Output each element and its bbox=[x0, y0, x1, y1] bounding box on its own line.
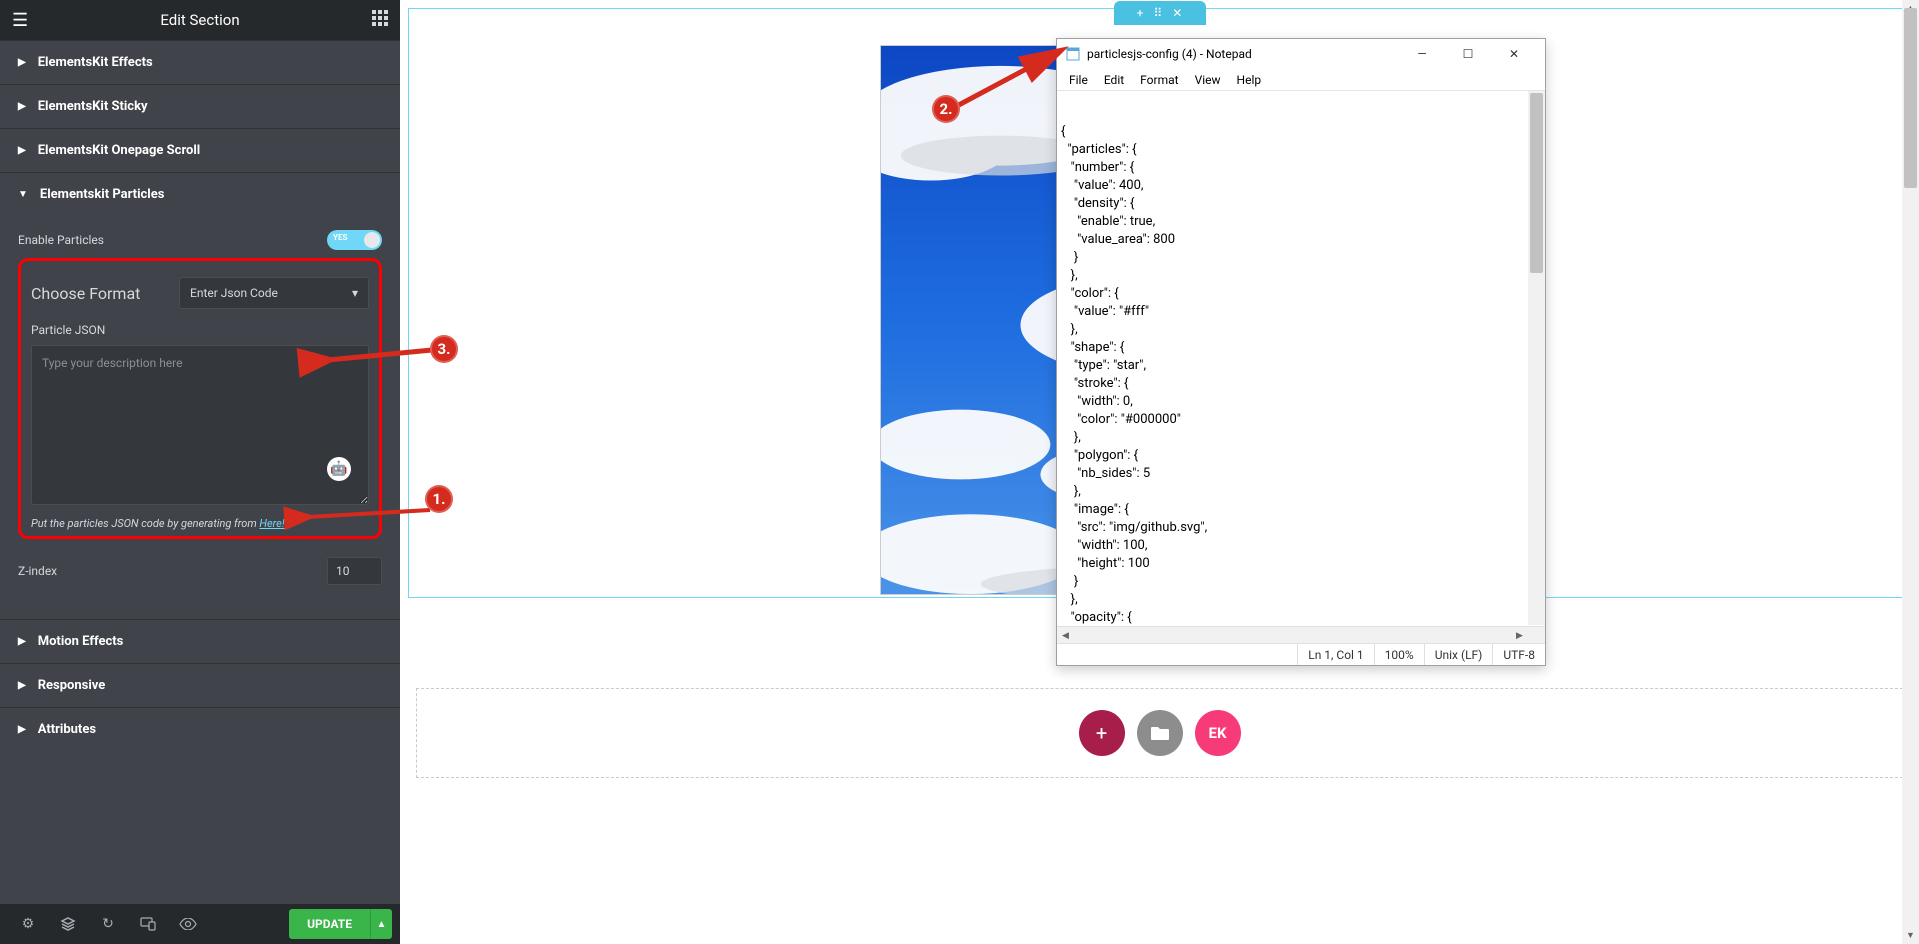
notepad-vertical-scrollbar[interactable] bbox=[1528, 91, 1545, 625]
here-link[interactable]: Here! bbox=[259, 517, 284, 530]
zindex-label: Z-index bbox=[18, 564, 57, 578]
annotation-badge-2: 2. bbox=[932, 95, 960, 123]
scrollbar-thumb[interactable] bbox=[1904, 8, 1917, 188]
acc-sticky[interactable]: ▶ElementsKit Sticky bbox=[0, 85, 400, 128]
particle-json-textarea[interactable] bbox=[31, 345, 369, 505]
menu-format[interactable]: Format bbox=[1132, 71, 1186, 89]
acc-attributes[interactable]: ▶Attributes bbox=[0, 708, 400, 751]
chevron-down-icon: ▼ bbox=[18, 189, 28, 200]
grid-icon[interactable] bbox=[372, 10, 388, 30]
status-encoding: UTF-8 bbox=[1492, 644, 1545, 665]
chevron-right-icon: ▶ bbox=[18, 724, 26, 735]
menu-help[interactable]: Help bbox=[1229, 71, 1270, 89]
update-caret[interactable]: ▲ bbox=[370, 909, 392, 939]
acc-effects[interactable]: ▶ElementsKit Effects bbox=[0, 41, 400, 84]
enable-particles-label: Enable Particles bbox=[18, 233, 104, 247]
section-add-icon[interactable]: + bbox=[1137, 6, 1144, 20]
acc-responsive[interactable]: ▶Responsive bbox=[0, 664, 400, 707]
scroll-left-icon[interactable]: ◀ bbox=[1057, 627, 1074, 644]
menu-edit[interactable]: Edit bbox=[1096, 71, 1132, 89]
hamburger-icon[interactable]: ☰ bbox=[12, 10, 28, 31]
elementor-sidebar: ☰ Edit Section ▶ElementsKit Effects ▶Ele… bbox=[0, 0, 400, 944]
highlight-box: Choose Format Enter Json Code ▾ Particle… bbox=[18, 258, 382, 539]
zindex-input[interactable] bbox=[327, 557, 382, 585]
notepad-statusbar: Ln 1, Col 1 100% Unix (LF) UTF-8 bbox=[1057, 643, 1545, 665]
layers-icon[interactable] bbox=[48, 904, 88, 944]
choose-format-label: Choose Format bbox=[31, 284, 140, 303]
maximize-button[interactable]: ☐ bbox=[1445, 39, 1491, 69]
acc-particles[interactable]: ▼Elementskit Particles bbox=[0, 173, 400, 216]
annotation-badge-3: 3. bbox=[430, 335, 458, 363]
toggle-knob bbox=[364, 232, 380, 248]
close-button[interactable]: ✕ bbox=[1491, 39, 1537, 69]
notepad-content: { "particles": { "number": { "value": 40… bbox=[1061, 123, 1541, 626]
settings-icon[interactable]: ⚙ bbox=[8, 904, 48, 944]
page-vertical-scrollbar[interactable]: ▲ ▼ bbox=[1902, 0, 1919, 944]
status-position: Ln 1, Col 1 bbox=[1297, 644, 1373, 665]
chevron-right-icon: ▶ bbox=[18, 101, 26, 112]
annotation-badge-1: 1. bbox=[425, 485, 453, 513]
choose-format-select[interactable]: Enter Json Code ▾ bbox=[179, 277, 369, 309]
sidebar-header: ☰ Edit Section bbox=[0, 0, 400, 40]
chevron-right-icon: ▶ bbox=[18, 636, 26, 647]
status-zoom: 100% bbox=[1374, 644, 1424, 665]
acc-onepage[interactable]: ▶ElementsKit Onepage Scroll bbox=[0, 129, 400, 172]
notepad-app-icon bbox=[1065, 46, 1081, 62]
notepad-body[interactable]: { "particles": { "number": { "value": 40… bbox=[1057, 91, 1545, 626]
notepad-title-text: particlesjs-config (4) - Notepad bbox=[1087, 47, 1252, 61]
preview-icon[interactable] bbox=[168, 904, 208, 944]
minimize-button[interactable]: — bbox=[1399, 39, 1445, 69]
acc-motion[interactable]: ▶Motion Effects bbox=[0, 620, 400, 663]
section-drag-icon[interactable]: ⠿ bbox=[1153, 6, 1162, 20]
chevron-right-icon: ▶ bbox=[18, 145, 26, 156]
notepad-titlebar[interactable]: particlesjs-config (4) - Notepad — ☐ ✕ bbox=[1057, 39, 1545, 69]
template-folder-button[interactable] bbox=[1137, 710, 1183, 756]
section-tab: + ⠿ ✕ bbox=[1114, 1, 1206, 25]
responsive-icon[interactable] bbox=[128, 904, 168, 944]
sidebar-footer: ⚙ ↻ UPDATE ▲ bbox=[0, 904, 400, 944]
section-close-icon[interactable]: ✕ bbox=[1172, 6, 1182, 20]
enable-particles-toggle[interactable]: YES bbox=[327, 230, 382, 250]
chevron-right-icon: ▶ bbox=[18, 57, 26, 68]
menu-view[interactable]: View bbox=[1187, 71, 1229, 89]
add-section-button[interactable]: + bbox=[1079, 710, 1125, 756]
particle-json-label: Particle JSON bbox=[31, 323, 369, 337]
notepad-window: particlesjs-config (4) - Notepad — ☐ ✕ F… bbox=[1056, 38, 1546, 666]
particle-hint: Put the particles JSON code by generatin… bbox=[31, 517, 369, 530]
accordion-group: ▶ElementsKit Effects ▶ElementsKit Sticky… bbox=[0, 40, 400, 904]
ek-button[interactable]: EK bbox=[1195, 710, 1241, 756]
menu-file[interactable]: File bbox=[1061, 71, 1096, 89]
update-button[interactable]: UPDATE bbox=[289, 909, 370, 939]
scroll-down-icon[interactable]: ▼ bbox=[1902, 927, 1919, 944]
scroll-right-icon[interactable]: ▶ bbox=[1511, 627, 1528, 644]
chevron-right-icon: ▶ bbox=[18, 680, 26, 691]
sidebar-title: Edit Section bbox=[160, 11, 239, 29]
acc-particles-body: Enable Particles YES Choose Format Enter… bbox=[0, 230, 400, 601]
assistant-icon[interactable]: 🤖 bbox=[327, 457, 351, 481]
placeholder-strip: + EK bbox=[416, 688, 1903, 778]
history-icon[interactable]: ↻ bbox=[88, 904, 128, 944]
notepad-menubar: File Edit Format View Help bbox=[1057, 69, 1545, 91]
chevron-down-icon: ▾ bbox=[352, 286, 358, 300]
notepad-horizontal-scrollbar[interactable]: ◀ ▶ bbox=[1057, 626, 1545, 643]
folder-icon bbox=[1150, 725, 1170, 741]
status-eol: Unix (LF) bbox=[1424, 644, 1493, 665]
